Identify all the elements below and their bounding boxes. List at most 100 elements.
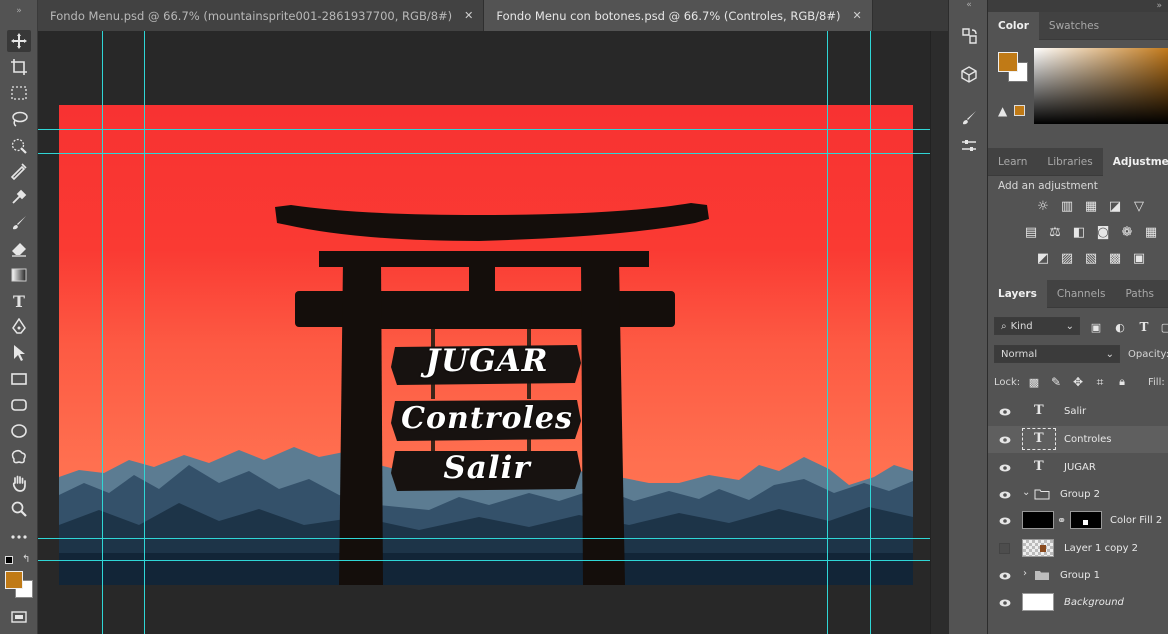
selective-color-icon[interactable]: ▣ [1131,250,1147,266]
ellipse-tool-icon[interactable] [7,420,31,442]
tab-learn[interactable]: Learn [988,148,1037,176]
rectangle-tool-icon[interactable] [7,368,31,390]
quick-selection-tool-icon[interactable] [7,134,31,156]
layer-row-layer-1-copy-2[interactable]: Layer 1 copy 2 [988,535,1168,562]
color-spectrum[interactable] [1034,48,1168,124]
layer-row-group-2[interactable]: ⌄ Group 2 [988,481,1168,508]
eye-icon[interactable] [999,406,1011,418]
layer-filter-select[interactable]: ⌕ Kind ⌄ [994,317,1080,335]
filter-adjustment-icon[interactable]: ◐ [1112,319,1128,335]
filter-pixel-icon[interactable]: ▣ [1088,319,1104,335]
out-of-gamut-warning-icon[interactable]: ▲ [998,104,1007,118]
hue-saturation-icon[interactable]: ▤ [1023,224,1039,240]
guide-horizontal[interactable] [38,129,930,130]
color-lookup-icon[interactable]: ▦ [1143,224,1159,240]
eye-icon[interactable] [999,489,1011,501]
document-canvas[interactable]: JUGAR Controles Salir [59,105,913,585]
levels-icon[interactable]: ▥ [1059,198,1075,214]
guide-horizontal[interactable] [38,153,930,154]
default-colors-icon[interactable] [5,556,13,564]
filter-type-icon[interactable]: T [1136,319,1152,335]
guide-vertical[interactable] [102,31,103,634]
canvas-area[interactable]: JUGAR Controles Salir [38,31,930,634]
curves-icon[interactable]: ▦ [1083,198,1099,214]
pen-tool-icon[interactable] [7,316,31,338]
more-tools-icon[interactable] [7,526,31,548]
layer-name[interactable]: Color Fill 2 [1110,515,1162,526]
lock-artboard-icon[interactable]: ⌗ [1092,374,1108,390]
tab-swatches[interactable]: Swatches [1039,12,1109,40]
layer-row-jugar[interactable]: T JUGAR [988,454,1168,481]
layer-name[interactable]: Background [1064,597,1124,608]
layer-row-controles[interactable]: T Controles [988,426,1168,453]
brush-tool-icon[interactable] [7,212,31,234]
color-balance-icon[interactable]: ⚖ [1047,224,1063,240]
lasso-tool-icon[interactable] [7,108,31,130]
properties-sliders-icon[interactable] [957,134,981,158]
layer-name[interactable]: JUGAR [1064,462,1096,473]
sign-controles-text[interactable]: Controles [399,401,575,436]
eye-icon[interactable] [999,434,1011,446]
type-tool-icon[interactable]: T [7,290,31,312]
gradient-tool-icon[interactable] [7,264,31,286]
swap-colors-icon[interactable]: ↰ [22,554,30,565]
layer-name[interactable]: Controles [1064,434,1112,445]
layer-row-background[interactable]: Background [988,589,1168,616]
brush-settings-icon[interactable] [957,106,981,130]
dock-collapse-icon[interactable]: « [949,0,989,12]
custom-shape-tool-icon[interactable] [7,446,31,468]
screen-mode-icon[interactable] [7,606,31,628]
guide-horizontal[interactable] [38,538,930,539]
guide-vertical[interactable] [870,31,871,634]
eraser-tool-icon[interactable] [7,238,31,260]
layer-name[interactable]: Group 1 [1060,570,1100,581]
3d-cube-icon[interactable] [957,62,981,86]
layer-name[interactable]: Salir [1064,406,1086,417]
path-selection-tool-icon[interactable] [7,342,31,364]
gamut-color-swatch[interactable] [1014,105,1025,116]
posterize-icon[interactable]: ▨ [1059,250,1075,266]
foreground-color-swatch[interactable] [5,571,23,589]
gradient-map-icon[interactable]: ▩ [1107,250,1123,266]
exposure-icon[interactable]: ◪ [1107,198,1123,214]
marquee-tool-icon[interactable] [7,82,31,104]
sign-salir-text[interactable]: Salir [399,450,575,486]
channel-mixer-icon[interactable]: ❁ [1119,224,1135,240]
eye-icon[interactable] [999,570,1011,582]
crop-tool-icon[interactable] [7,160,31,182]
tab-color[interactable]: Color [988,12,1039,40]
tab-fondo-menu-con-botones[interactable]: Fondo Menu con botones.psd @ 66.7% (Cont… [484,0,873,31]
eye-icon[interactable] [999,597,1011,609]
tab-layers[interactable]: Layers [988,280,1047,308]
eyedropper-tool-icon[interactable] [7,186,31,208]
link-icon[interactable]: ⚭ [1057,514,1066,527]
lock-image-icon[interactable]: ✎ [1048,374,1064,390]
move-tool-icon[interactable] [7,30,31,52]
tab-fondo-menu[interactable]: Fondo Menu.psd @ 66.7% (mountainsprite00… [38,0,485,31]
tab-paths[interactable]: Paths [1115,280,1164,308]
chevron-right-icon[interactable]: › [1023,568,1027,579]
lock-position-icon[interactable]: ✥ [1070,374,1086,390]
foreground-color-swatch[interactable] [998,52,1018,72]
layer-name[interactable]: Layer 1 copy 2 [1064,543,1138,554]
brightness-contrast-icon[interactable]: ☼ [1035,198,1051,214]
artboard-tool-icon[interactable] [7,56,31,78]
chevron-down-icon[interactable]: ⌄ [1022,487,1030,498]
invert-icon[interactable]: ◩ [1035,250,1051,266]
sign-jugar-text[interactable]: JUGAR [399,343,575,379]
blend-mode-select[interactable]: Normal ⌄ [994,345,1120,363]
lock-all-icon[interactable]: 🔒︎ [1114,374,1130,390]
toolbar-collapse-icon[interactable]: » [0,0,38,22]
canvas-scrollbar[interactable] [930,31,948,634]
close-icon[interactable]: ✕ [852,9,861,22]
layer-row-group-1[interactable]: › Group 1 [988,562,1168,589]
hand-tool-icon[interactable] [7,472,31,494]
lock-transparent-icon[interactable]: ▩ [1026,374,1042,390]
threshold-icon[interactable]: ▧ [1083,250,1099,266]
guide-horizontal[interactable] [38,560,930,561]
close-icon[interactable]: ✕ [464,9,473,22]
black-white-icon[interactable]: ◧ [1071,224,1087,240]
guide-vertical[interactable] [144,31,145,634]
filter-shape-icon[interactable]: ▢ [1158,319,1168,335]
photo-filter-icon[interactable]: ◙ [1095,224,1111,240]
